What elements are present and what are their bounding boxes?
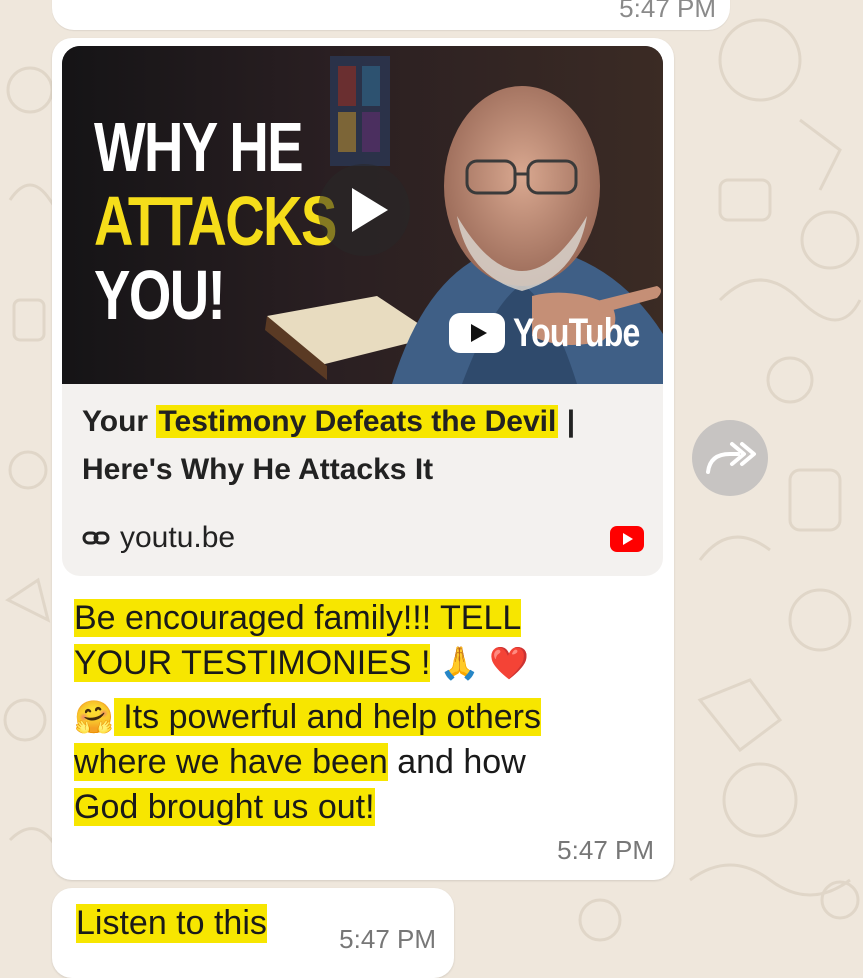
message-line: Its powerful and help others [113, 698, 541, 736]
hugging-face-emoji: 🤗 [74, 699, 114, 735]
forward-button[interactable] [692, 420, 768, 496]
message-timestamp: 5:47 PM [619, 0, 716, 23]
thumbnail-title-line: ATTACKS [94, 182, 337, 260]
link-preview-card[interactable]: WHY HE ATTACKS YOU! YouTube Your Testimo… [62, 46, 663, 576]
previous-message-bubble[interactable]: 5:47 PM [52, 0, 730, 30]
folded-hands-emoji: 🙏 [439, 645, 480, 681]
link-title[interactable]: Your Testimony Defeats the Devil | Here'… [82, 398, 642, 494]
forward-icon [706, 442, 756, 474]
youtube-watermark: YouTube [449, 308, 663, 358]
video-thumbnail[interactable]: WHY HE ATTACKS YOU! YouTube [62, 46, 663, 384]
thumbnail-title-line: YOU! [94, 256, 226, 334]
link-message-bubble[interactable]: WHY HE ATTACKS YOU! YouTube Your Testimo… [52, 38, 674, 880]
link-domain[interactable]: youtu.be [82, 516, 235, 560]
message-text: Be encouraged family!!! TELL YOUR TESTIM… [74, 596, 654, 830]
message-timestamp: 5:47 PM [339, 924, 436, 954]
link-title-highlight: Testimony Defeats the Devil [156, 405, 559, 438]
link-icon [82, 524, 110, 552]
message-line: where we have been [74, 743, 388, 781]
play-icon[interactable] [318, 164, 410, 256]
thumbnail-title-line: WHY HE [94, 108, 304, 186]
message-timestamp: 5:47 PM [557, 835, 654, 865]
red-heart-emoji: ❤️ [489, 645, 530, 681]
message-bubble[interactable]: Listen to this 5:47 PM [52, 888, 454, 978]
message-line: YOUR TESTIMONIES ! [74, 644, 431, 682]
youtube-icon [610, 526, 644, 552]
link-domain-text: youtu.be [120, 521, 236, 554]
message-line: God brought us out! [74, 788, 375, 826]
message-line: and how [387, 743, 526, 781]
youtube-wordmark: YouTube [513, 310, 640, 355]
message-line: Be encouraged family!!! TELL [74, 599, 522, 637]
youtube-icon [449, 313, 505, 353]
link-title-part: Your [82, 405, 157, 438]
message-text: Listen to this [76, 904, 267, 943]
